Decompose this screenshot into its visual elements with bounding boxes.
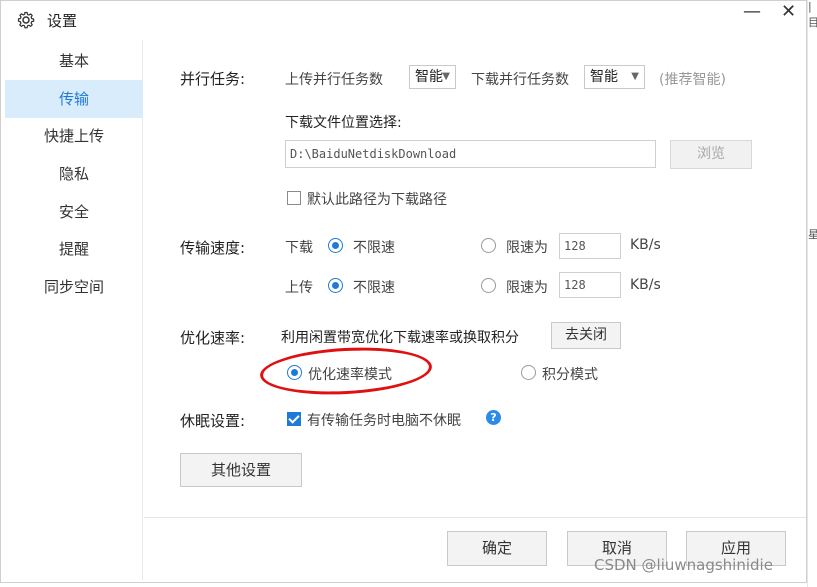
background-window-edge [807,0,817,587]
upload-unit: KB/s [630,277,661,293]
turn-off-button[interactable]: 去关闭 [551,322,621,349]
background-glyph-top: | [808,0,812,13]
sidebar-item-transfer[interactable]: 传输 [5,80,143,118]
sidebar-item-quick-upload[interactable]: 快捷上传 [5,117,143,155]
chevron-down-icon: ▼ [631,71,639,82]
optimize-description: 利用闲置带宽优化下载速率或换取积分 [281,330,519,346]
other-settings-button[interactable]: 其他设置 [180,453,302,487]
download-limit-radio[interactable] [481,238,496,253]
download-limit-input[interactable]: 128 [559,233,621,259]
ok-button[interactable]: 确定 [447,531,547,566]
help-icon[interactable]: ? [486,410,501,425]
sidebar-item-sync-space[interactable]: 同步空间 [5,268,143,306]
sidebar-item-privacy[interactable]: 隐私 [5,155,143,193]
background-glyph-mid: 目 [808,16,817,29]
footer-divider [144,517,806,518]
upload-parallel-label: 上传并行任务数 [285,72,383,88]
download-path-field[interactable]: D:\BaiduNetdiskDownload [285,140,656,168]
download-parallel-select[interactable]: 智能 ▼ [584,65,645,89]
download-limit-label: 限速为 [506,240,548,256]
close-button[interactable]: ✕ [781,1,796,22]
watermark: CSDN @liuwnagshinidie [594,556,773,574]
sidebar-item-basic[interactable]: 基本 [5,42,143,80]
transfer-speed-label: 传输速度: [180,239,246,257]
upload-parallel-select[interactable]: 智能 ▼ [409,65,456,89]
download-speed-label: 下载 [285,240,313,256]
gear-icon [17,11,35,29]
download-parallel-value: 智能 [590,69,618,85]
download-unit: KB/s [630,237,661,253]
red-annotation-circle [258,343,434,399]
background-glyph-low: 星 [808,228,817,241]
optimize-rate-label: 优化速率: [180,329,246,347]
points-mode-label: 积分模式 [542,367,598,383]
upload-parallel-value: 智能 [415,69,443,85]
download-unlimited-label: 不限速 [353,240,395,256]
upload-speed-label: 上传 [285,280,313,296]
no-sleep-checkbox[interactable] [287,412,301,426]
download-parallel-label: 下载并行任务数 [471,72,569,88]
upload-unlimited-radio[interactable] [328,278,343,293]
upload-unlimited-label: 不限速 [353,280,395,296]
parallel-tasks-label: 并行任务: [180,70,246,88]
sidebar-item-reminder[interactable]: 提醒 [5,230,143,268]
upload-limit-input[interactable]: 128 [559,272,621,298]
recommend-hint: (推荐智能) [659,72,726,88]
sidebar-item-security[interactable]: 安全 [5,193,143,231]
minimize-button[interactable]: — [743,1,761,22]
sleep-settings-label: 休眠设置: [180,412,246,430]
download-unlimited-radio[interactable] [328,238,343,253]
browse-button[interactable]: 浏览 [670,140,752,169]
title-bar: 设置 — ✕ [1,1,806,39]
no-sleep-label: 有传输任务时电脑不休眠 [307,413,461,429]
sidebar: 基本 传输 快捷上传 隐私 安全 提醒 同步空间 [5,40,143,580]
chevron-down-icon: ▼ [442,71,450,82]
default-path-checkbox[interactable] [287,191,301,205]
points-mode-radio[interactable] [521,365,536,380]
default-path-label: 默认此路径为下载路径 [307,192,447,208]
settings-content: 并行任务: 上传并行任务数 智能 ▼ 下载并行任务数 智能 ▼ (推荐智能) 下… [144,40,806,582]
upload-limit-radio[interactable] [481,278,496,293]
download-location-label: 下载文件位置选择: [285,115,402,131]
settings-window: 设置 — ✕ 基本 传输 快捷上传 隐私 安全 提醒 同步空间 并行任务: 上传… [0,0,807,583]
window-title: 设置 [47,12,78,30]
upload-limit-label: 限速为 [506,280,548,296]
